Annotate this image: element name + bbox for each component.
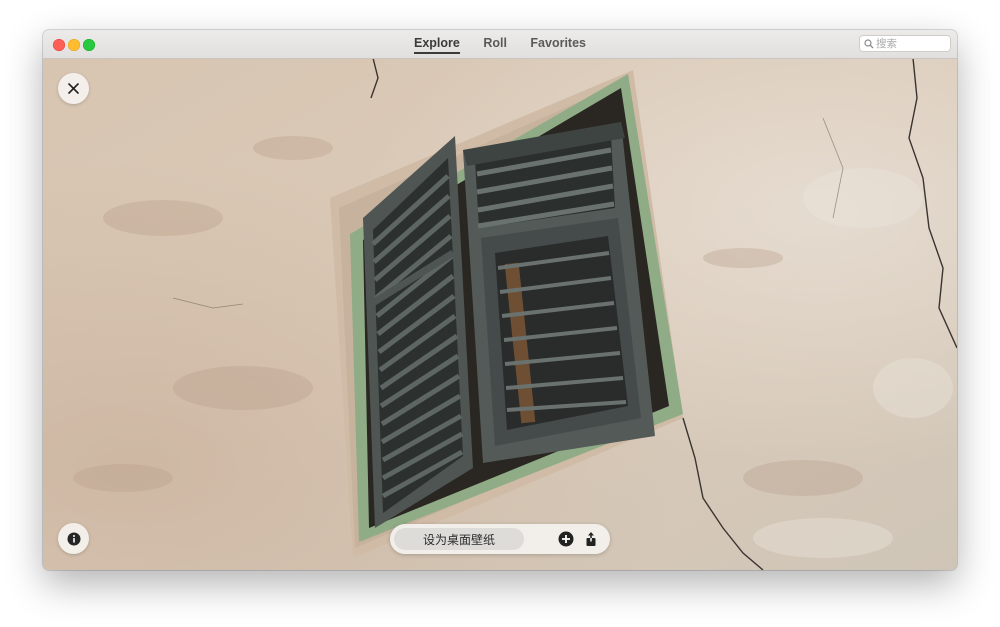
tab-roll[interactable]: Roll [483,36,507,52]
plus-circle-icon [558,531,574,547]
close-photo-button[interactable] [58,73,89,104]
tab-favorites[interactable]: Favorites [530,36,586,52]
app-window: Explore Roll Favorites 搜索 设为桌面壁纸 [43,30,957,570]
share-icon [586,531,596,546]
photo-action-bar: 设为桌面壁纸 [390,524,610,554]
search-icon [864,39,874,49]
search-field[interactable] [859,35,951,52]
right-shutter [463,122,655,463]
close-icon [68,83,79,94]
tab-bar: Explore Roll Favorites [43,36,957,54]
info-button[interactable] [58,523,89,554]
add-favorite-button[interactable] [558,531,574,547]
info-icon [67,532,80,545]
title-bar: Explore Roll Favorites [43,30,957,59]
search-input[interactable] [876,36,946,51]
wallpaper-photo [43,58,957,570]
tab-explore[interactable]: Explore [413,36,460,54]
share-button[interactable] [583,531,599,547]
set-wallpaper-button[interactable]: 设为桌面壁纸 [394,528,524,550]
